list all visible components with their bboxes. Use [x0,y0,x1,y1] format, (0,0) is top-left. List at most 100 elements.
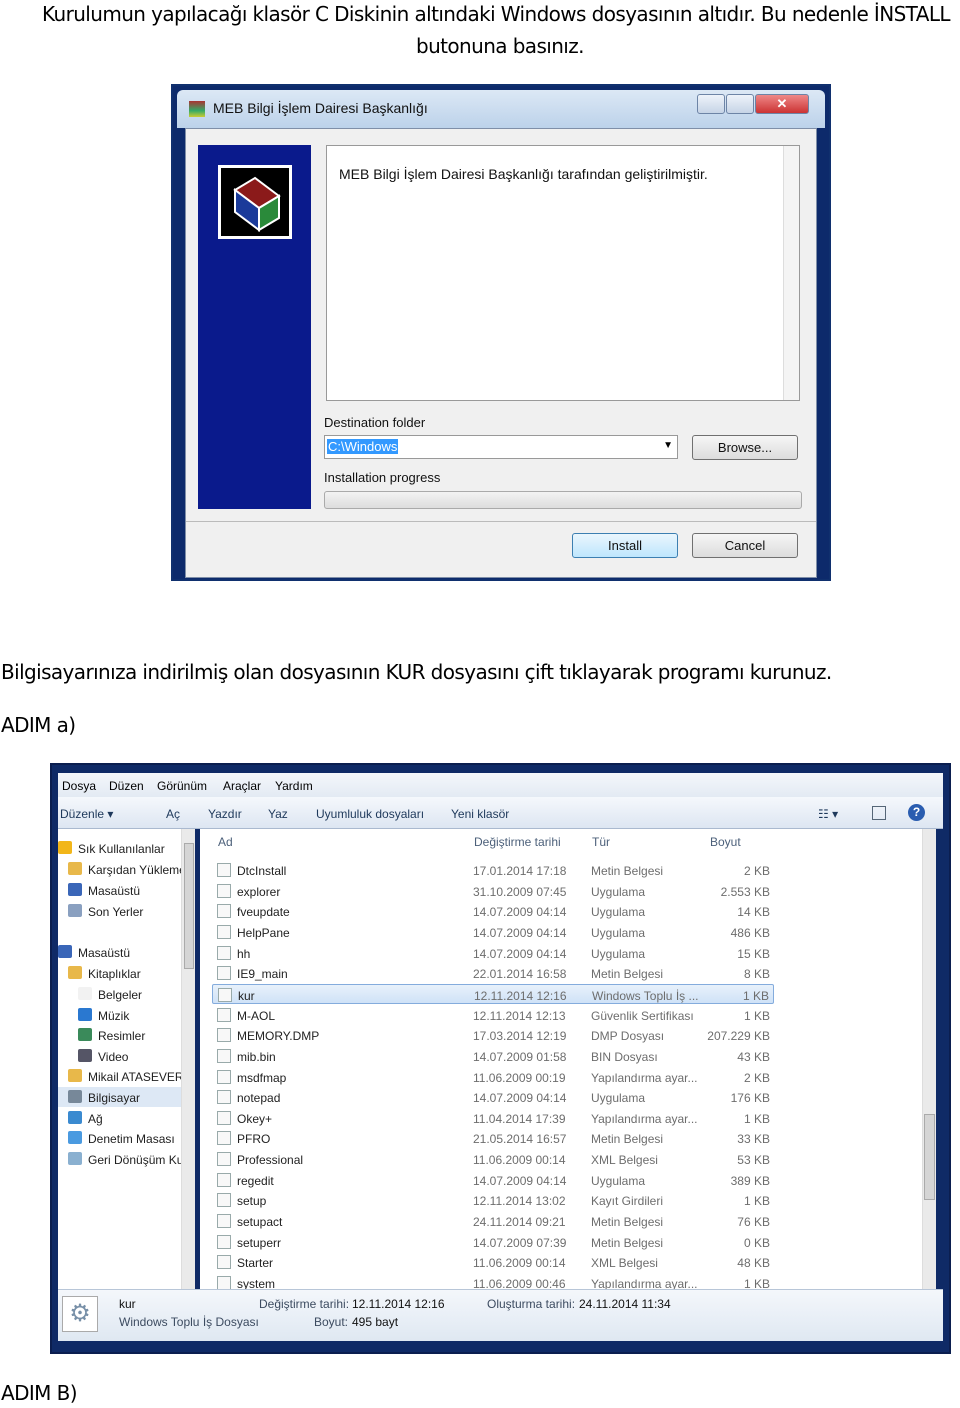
file-row[interactable]: Starter 11.06.2009 00:14 XML Belgesi 48 KB [212,1252,774,1272]
batch-file-icon: ⚙ [62,1296,98,1332]
file-row[interactable]: mib.bin 14.07.2009 01:58 BIN Dosyası 43 KB [212,1046,774,1066]
menu-item-3[interactable]: Araçlar [223,779,261,793]
file-row[interactable]: setuperr 14.07.2009 07:39 Metin Belgesi 0 K… [212,1232,774,1252]
file-row[interactable]: Professional 11.06.2009 00:14 XML Belgesi 5… [212,1149,774,1169]
column-header: Ad Değiştirme tarihi Tür Boyut [200,829,922,851]
column-3[interactable]: Boyut [710,835,741,849]
file-name: explorer [237,884,281,899]
size-value: 495 bayt [352,1315,399,1329]
maximize-button[interactable] [726,94,754,114]
file-row[interactable]: setupact 24.11.2014 09:21 Metin Belgesi 76 … [212,1211,774,1231]
menu-item-0[interactable]: Dosya [62,779,96,793]
destination-combo[interactable]: C:\Windows ▼ [324,435,678,459]
file-icon [217,1193,231,1208]
sidebar-icon [68,1069,82,1082]
file-icon [217,1028,231,1043]
file-date: 11.06.2009 00:19 [473,1070,566,1085]
details-pane: ⚙ kur Windows Toplu İş Dosyası Değiştirm… [58,1289,943,1341]
file-row[interactable]: fveupdate 14.07.2009 04:14 Uygulama 14 KB [212,901,774,921]
sidebar-item[interactable]: Masaüstü [58,942,188,962]
file-size: 1 KB [743,1008,770,1023]
cancel-button[interactable]: Cancel [692,533,798,558]
file-size: 486 KB [730,925,770,940]
file-icon [217,863,231,877]
view-options-icon[interactable]: ☷ ▾ [818,807,838,821]
menu-item-4[interactable]: Yardım [275,779,313,793]
column-2[interactable]: Tür [592,835,610,849]
column-1[interactable]: Değiştirme tarihi [474,835,561,849]
file-size: 207.229 KB [707,1029,770,1044]
nav-scrollbar[interactable] [181,829,195,1289]
file-row[interactable]: kur 12.11.2014 12:16 Windows Toplu İş ... 1… [212,983,774,1004]
install-button[interactable]: Install [572,533,678,558]
sidebar-item[interactable]: Karşıdan Yüklemeler [58,859,188,879]
file-list: Ad Değiştirme tarihi Tür Boyut DtcInstall 17… [200,829,922,1291]
file-row[interactable]: regedit 14.07.2009 04:14 Uygulama 389 KB [212,1170,774,1190]
size-label: Boyut: [314,1315,349,1329]
file-row[interactable]: setup 12.11.2014 13:02 Kayıt Girdileri 1 KB [212,1190,774,1210]
file-row[interactable]: PFRO 21.05.2014 16:57 Metin Belgesi 33 KB [212,1128,774,1148]
file-date: 14.07.2009 01:58 [473,1049,567,1064]
help-icon[interactable]: ? [908,804,925,821]
file-name: msdfmap [237,1070,287,1085]
sidebar-item[interactable]: Denetim Masası [58,1128,188,1148]
sidebar-item[interactable]: Kitaplıklar [58,963,188,983]
file-name: HelpPane [237,925,290,940]
sidebar-item[interactable]: Belgeler [58,984,188,1004]
file-date: 14.07.2009 04:14 [473,946,567,961]
sidebar-item[interactable]: Son Yerler [58,901,188,921]
toolbar-button-2[interactable]: Yazdır [208,807,242,821]
preview-pane-icon[interactable] [872,806,886,820]
column-0[interactable]: Ad [218,835,233,849]
sidebar-item[interactable]: Mikail ATASEVER [58,1066,188,1086]
sidebar-icon [58,841,72,854]
toolbar-button-5[interactable]: Yeni klasör [451,807,509,821]
file-row[interactable]: HelpPane 14.07.2009 04:14 Uygulama 486 KB [212,922,774,942]
file-icon [217,1214,231,1229]
chevron-down-icon[interactable]: ▼ [663,440,673,451]
file-row[interactable]: MEMORY.DMP 17.03.2014 12:19 DMP Dosyası 207… [212,1025,774,1045]
sidebar-icon [68,904,82,917]
sidebar-item[interactable]: Sık Kullanılanlar [58,838,188,858]
file-row[interactable]: Okey+ 11.04.2014 17:39 Yapılandırma ayar..… [212,1108,774,1128]
sidebar-item[interactable]: Geri Dönüşüm Kutusu [58,1149,188,1169]
file-row[interactable]: notepad 14.07.2009 04:14 Uygulama 176 KB [212,1087,774,1107]
file-type: Uygulama [591,905,646,920]
sidebar-item[interactable]: Ağ [58,1108,188,1128]
file-row[interactable]: explorer 31.10.2009 07:45 Uygulama 2.553 KB [212,881,774,901]
file-icon [217,1048,231,1063]
menu-item-1[interactable]: Düzen [109,779,144,793]
file-row[interactable]: hh 14.07.2009 04:14 Uygulama 15 KB [212,943,774,963]
sidebar-item[interactable]: Masaüstü [58,880,188,900]
file-icon [217,1152,231,1167]
file-type: Yapılandırma ayar... [591,1111,698,1126]
file-row[interactable]: M-AOL 12.11.2014 12:13 Güvenlik Sertifikas… [212,1005,774,1025]
toolbar-button-3[interactable]: Yaz [268,807,288,821]
sidebar-label: Resimler [98,1029,146,1043]
message-scrollbar[interactable] [783,146,799,400]
sidebar-label: Son Yerler [88,905,144,919]
file-row[interactable]: IE9_main 22.01.2014 16:58 Metin Belgesi 8 K… [212,963,774,983]
browse-button[interactable]: Browse... [692,435,798,460]
sidebar-label: Bilgisayar [88,1091,141,1105]
sidebar-item[interactable]: Müzik [58,1005,188,1025]
minimize-button[interactable] [697,94,725,114]
file-name: DtcInstall [237,864,287,878]
file-row[interactable]: DtcInstall 17.01.2014 17:18 Metin Belgesi 2… [212,860,774,880]
file-name: setuperr [237,1235,282,1250]
list-scrollbar[interactable] [922,829,936,1289]
file-row[interactable]: msdfmap 11.06.2009 00:19 Yapılandırma ayar… [212,1067,774,1087]
sidebar-item[interactable]: Bilgisayar [58,1087,188,1107]
sidebar-item[interactable]: Video [58,1046,188,1066]
app-icon [189,101,205,117]
file-date: 14.07.2009 04:14 [473,1091,567,1106]
sidebar-item[interactable]: Resimler [58,1025,188,1045]
message-box: MEB Bilgi İşlem Dairesi Başkanlığı taraf… [326,145,800,401]
menu-item-2[interactable]: Görünüm [157,779,207,793]
side-banner [198,145,311,509]
toolbar-button-0[interactable]: Düzenle ▾ [60,807,113,821]
toolbar-button-1[interactable]: Aç [166,807,180,821]
file-type: BIN Dosyası [591,1049,658,1064]
close-button[interactable]: ✕ [755,94,809,114]
toolbar-button-4[interactable]: Uyumluluk dosyaları [316,807,424,821]
